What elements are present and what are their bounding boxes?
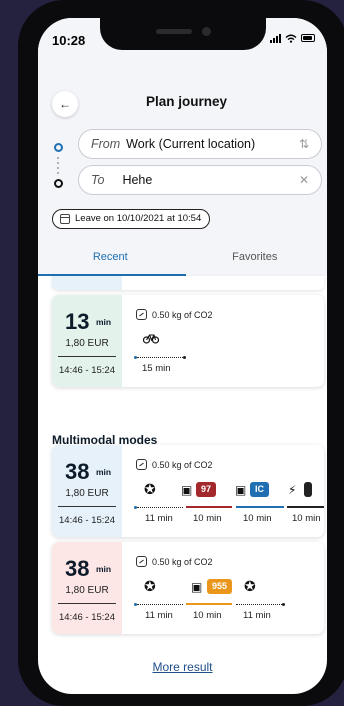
co2-value: 0.50 kg of CO2 bbox=[152, 309, 213, 320]
co2-info: 0.50 kg of CO2 bbox=[136, 556, 213, 567]
bus-icon: ▣ bbox=[235, 483, 247, 497]
price: 1,80 EUR bbox=[65, 488, 109, 499]
divider bbox=[58, 506, 116, 507]
back-arrow-icon: ← bbox=[59, 97, 71, 111]
segment-duration: 10 min bbox=[292, 513, 321, 524]
wifi-icon bbox=[285, 34, 297, 43]
divider bbox=[58, 356, 116, 357]
segment-duration: 11 min bbox=[145, 513, 173, 524]
segment-line-walk bbox=[236, 604, 282, 605]
co2-value: 0.50 kg of CO2 bbox=[152, 459, 213, 470]
device-notch bbox=[100, 18, 266, 50]
multimodal-route-card[interactable]: 38 min 1,80 EUR 14:46 - 15:24 0.50 kg of… bbox=[52, 445, 324, 537]
segment-duration: 11 min bbox=[243, 610, 271, 621]
time-range: 14:46 - 15:24 bbox=[59, 612, 115, 623]
segment-line-bus bbox=[186, 603, 232, 605]
app-icon bbox=[304, 482, 312, 497]
tab-recent[interactable]: Recent bbox=[38, 248, 183, 276]
duration-unit: min bbox=[96, 317, 112, 327]
divider bbox=[58, 603, 116, 604]
segment-line-walk bbox=[137, 507, 183, 508]
signal-icon bbox=[270, 33, 281, 43]
segment-line-ic bbox=[236, 506, 284, 508]
leave-time-label: Leave on 10/10/2021 at 10:54 bbox=[75, 213, 202, 224]
tab-favorites[interactable]: Favorites bbox=[183, 248, 328, 276]
price: 1,80 EUR bbox=[65, 338, 109, 349]
segment-duration: 15 min bbox=[142, 363, 171, 374]
line-badge-ic: IC bbox=[250, 482, 269, 497]
duration-value: 38 bbox=[65, 556, 90, 581]
camera bbox=[202, 27, 211, 36]
leave-time-chip[interactable]: Leave on 10/10/2021 at 10:54 bbox=[52, 209, 211, 229]
duration-value: 38 bbox=[65, 459, 90, 484]
duration-value: 13 bbox=[65, 309, 90, 334]
leaf-icon bbox=[136, 309, 147, 320]
leaf-icon bbox=[136, 459, 147, 470]
time-range: 14:46 - 15:24 bbox=[59, 365, 115, 376]
segment-duration: 11 min bbox=[145, 610, 173, 621]
to-label: To bbox=[91, 173, 105, 187]
segment-end-dot bbox=[183, 356, 186, 359]
from-field[interactable]: From Work (Current location) ⇅ bbox=[78, 129, 322, 159]
bike-icon bbox=[143, 334, 159, 344]
duration-unit: min bbox=[96, 564, 112, 574]
segment-duration: 10 min bbox=[193, 513, 222, 524]
line-badge-97: 97 bbox=[196, 482, 217, 497]
tram-icon: ▣ bbox=[181, 483, 193, 497]
co2-value: 0.50 kg of CO2 bbox=[152, 556, 213, 567]
card-side-panel bbox=[52, 276, 122, 290]
more-results-link[interactable]: More result bbox=[38, 660, 327, 674]
segment-line-scooter bbox=[287, 506, 324, 508]
to-value: Hehe bbox=[122, 173, 153, 187]
segment-line bbox=[137, 357, 183, 358]
recent-route-card[interactable]: 13 min 1,80 EUR 14:46 - 15:24 0.50 kg of… bbox=[52, 295, 324, 387]
segment-line-walk bbox=[137, 604, 183, 605]
walk-icon: ✪ bbox=[144, 578, 156, 594]
walk-icon: ✪ bbox=[144, 481, 156, 497]
scooter-icon: ⚡ bbox=[288, 483, 297, 497]
back-button[interactable]: ← bbox=[52, 91, 78, 117]
from-value: Work (Current location) bbox=[126, 137, 256, 151]
duration-unit: min bbox=[96, 467, 112, 477]
line-badge-955: 955 bbox=[207, 579, 233, 594]
from-marker-icon bbox=[54, 143, 63, 152]
tab-bar: Recent Favorites bbox=[38, 248, 327, 276]
segment-line-tram bbox=[186, 506, 232, 508]
battery-icon bbox=[301, 34, 315, 42]
walk-icon: ✪ bbox=[244, 578, 256, 594]
co2-info: 0.50 kg of CO2 bbox=[136, 459, 213, 470]
multimodal-route-card[interactable]: 38 min 1,80 EUR 14:46 - 15:24 0.50 kg of… bbox=[52, 542, 324, 634]
speaker bbox=[156, 29, 192, 34]
clear-icon[interactable]: ✕ bbox=[299, 173, 309, 187]
swap-icon[interactable]: ⇅ bbox=[299, 137, 309, 151]
time-range: 14:46 - 15:24 bbox=[59, 515, 115, 526]
page-title: Plan journey bbox=[146, 94, 228, 109]
price: 1,80 EUR bbox=[65, 585, 109, 596]
app-screen: 10:28 ← Plan journey From Work (Current … bbox=[38, 18, 327, 694]
calendar-icon bbox=[60, 214, 70, 224]
from-label: From bbox=[91, 137, 121, 151]
co2-info: 0.50 kg of CO2 bbox=[136, 309, 213, 320]
segment-duration: 10 min bbox=[243, 513, 272, 524]
status-icons bbox=[270, 33, 315, 43]
segment-duration: 10 min bbox=[193, 610, 222, 621]
bus-icon: ▣ bbox=[191, 580, 203, 594]
to-field[interactable]: To Hehe ✕ bbox=[78, 165, 322, 195]
previous-result-card[interactable] bbox=[52, 276, 324, 290]
to-marker-icon bbox=[54, 179, 63, 188]
segment-end-dot bbox=[282, 603, 285, 606]
leaf-icon bbox=[136, 556, 147, 567]
status-time: 10:28 bbox=[52, 33, 86, 48]
